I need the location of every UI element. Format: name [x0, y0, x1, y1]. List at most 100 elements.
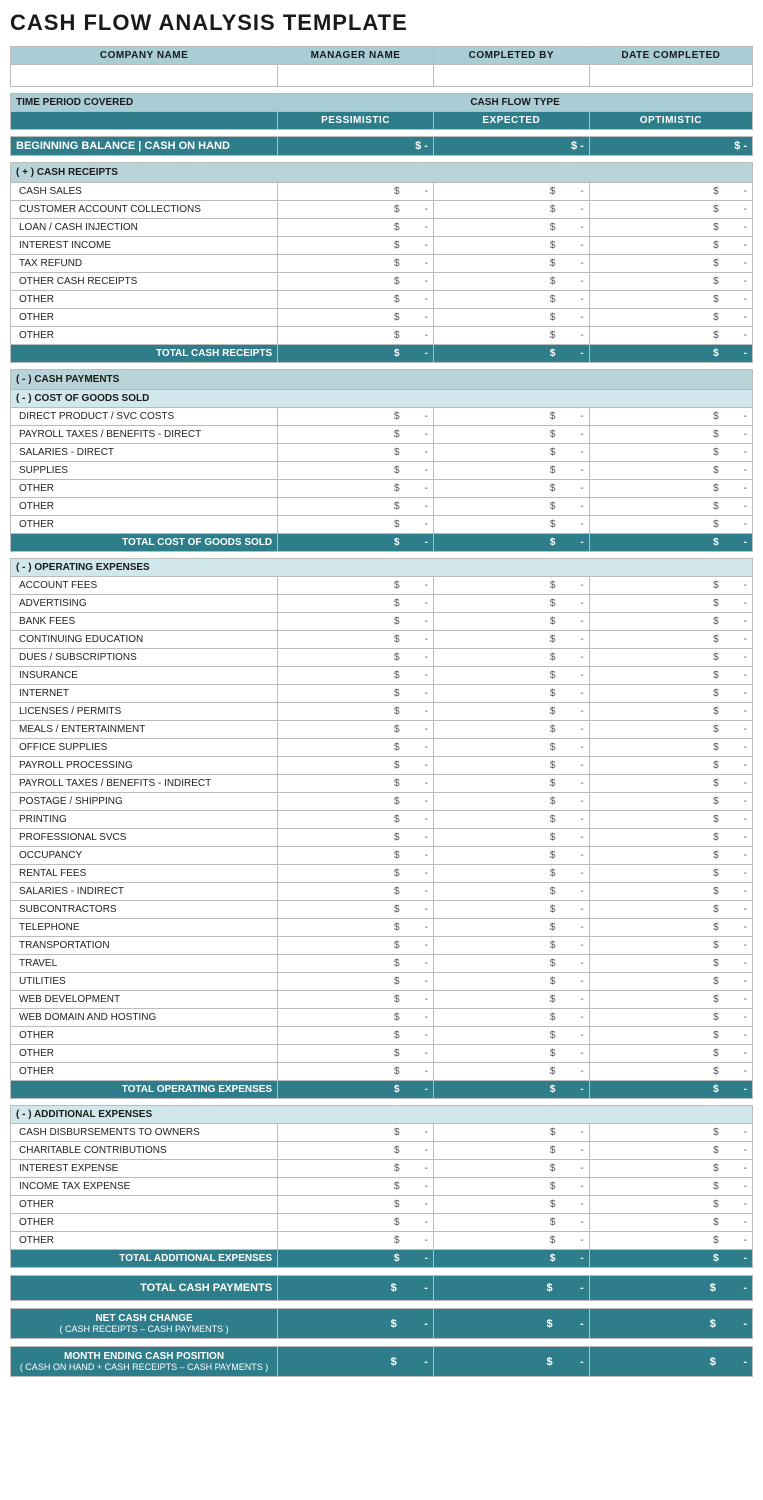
- additional-expenses-subheader: ( - ) ADDITIONAL EXPENSES: [11, 1106, 753, 1124]
- tax-refund-optimistic[interactable]: $ -: [589, 255, 752, 273]
- other1-label: OTHER: [11, 291, 278, 309]
- list-item: OTHER $ - $ - $ -: [11, 1027, 753, 1045]
- cash-sales-expected[interactable]: $ -: [433, 183, 589, 201]
- other2-expected[interactable]: $ -: [433, 309, 589, 327]
- list-item: CONTINUING EDUCATION $ - $ - $ -: [11, 631, 753, 649]
- other2-pessimistic[interactable]: $ -: [278, 309, 434, 327]
- continuing-education-label: CONTINUING EDUCATION: [11, 631, 278, 649]
- list-item: ACCOUNT FEES $ - $ - $ -: [11, 577, 753, 595]
- other3-optimistic[interactable]: $ -: [589, 327, 752, 345]
- income-tax-expense-label: INCOME TAX EXPENSE: [11, 1178, 278, 1196]
- loan-cash-optimistic[interactable]: $ -: [589, 219, 752, 237]
- customer-account-pessimistic[interactable]: $ -: [278, 201, 434, 219]
- completed-by-header: COMPLETED BY: [433, 47, 589, 65]
- total-operating-expenses-row: TOTAL OPERATING EXPENSES $ - $ - $ -: [11, 1081, 753, 1099]
- other1-expected[interactable]: $ -: [433, 291, 589, 309]
- supplies-label: SUPPLIES: [11, 462, 278, 480]
- other2-optimistic[interactable]: $ -: [589, 309, 752, 327]
- list-item: LOAN / CASH INJECTION $ - $ - $ -: [11, 219, 753, 237]
- time-period-row: TIME PERIOD COVERED CASH FLOW TYPE: [11, 94, 753, 112]
- company-name-input[interactable]: [11, 65, 278, 87]
- beginning-balance-pessimistic[interactable]: $-: [278, 137, 434, 156]
- other3-label: OTHER: [11, 327, 278, 345]
- manager-name-header: MANAGER NAME: [278, 47, 434, 65]
- loan-cash-label: LOAN / CASH INJECTION: [11, 219, 278, 237]
- direct-product-label: DIRECT PRODUCT / SVC COSTS: [11, 408, 278, 426]
- customer-account-optimistic[interactable]: $ -: [589, 201, 752, 219]
- list-item: SUBCONTRACTORS $ - $ - $ -: [11, 901, 753, 919]
- list-item: SALARIES - DIRECT $ - $ - $ -: [11, 444, 753, 462]
- list-item: OTHER $ - $ - $ -: [11, 1232, 753, 1250]
- cash-sales-optimistic[interactable]: $ -: [589, 183, 752, 201]
- web-domain-hosting-label: WEB DOMAIN AND HOSTING: [11, 1009, 278, 1027]
- list-item: OTHER $ - $ - $ -: [11, 1063, 753, 1081]
- travel-label: TRAVEL: [11, 955, 278, 973]
- licenses-permits-label: LICENSES / PERMITS: [11, 703, 278, 721]
- tax-refund-pessimistic[interactable]: $ -: [278, 255, 434, 273]
- other-cash-receipts-pessimistic[interactable]: $ -: [278, 273, 434, 291]
- add-other3-label: OTHER: [11, 1232, 278, 1250]
- list-item: OTHER $ - $ - $ -: [11, 1045, 753, 1063]
- list-item: CASH DISBURSEMENTS TO OWNERS $ - $ - $ -: [11, 1124, 753, 1142]
- net-cash-change-label: NET CASH CHANGE ( CASH RECEIPTS – CASH P…: [11, 1309, 278, 1339]
- other3-pessimistic[interactable]: $ -: [278, 327, 434, 345]
- list-item: CUSTOMER ACCOUNT COLLECTIONS $ - $ - $ -: [11, 201, 753, 219]
- internet-label: INTERNET: [11, 685, 278, 703]
- total-cog-row: TOTAL COST OF GOODS SOLD $ - $ - $ -: [11, 534, 753, 552]
- cost-of-goods-subheader: ( - ) COST OF GOODS SOLD: [11, 390, 753, 408]
- customer-account-expected[interactable]: $ -: [433, 201, 589, 219]
- list-item: OTHER $ - $ - $ -: [11, 480, 753, 498]
- cash-sales-pessimistic[interactable]: $ -: [278, 183, 434, 201]
- gap-6: [11, 1099, 753, 1106]
- list-item: OFFICE SUPPLIES $ - $ - $ -: [11, 739, 753, 757]
- printing-label: PRINTING: [11, 811, 278, 829]
- header-input-row: [11, 65, 753, 87]
- cog-other2-label: OTHER: [11, 498, 278, 516]
- total-cash-payments-row: TOTAL CASH PAYMENTS $ - $ - $ -: [11, 1276, 753, 1301]
- op-other1-label: OTHER: [11, 1027, 278, 1045]
- list-item: ADVERTISING $ - $ - $ -: [11, 595, 753, 613]
- other1-pessimistic[interactable]: $ -: [278, 291, 434, 309]
- cash-flow-type-label: CASH FLOW TYPE: [278, 94, 753, 112]
- interest-income-optimistic[interactable]: $ -: [589, 237, 752, 255]
- list-item: TRAVEL $ - $ - $ -: [11, 955, 753, 973]
- interest-income-expected[interactable]: $ -: [433, 237, 589, 255]
- total-cash-receipts-optimistic[interactable]: $ -: [589, 345, 752, 363]
- page-title: CASH FLOW ANALYSIS TEMPLATE: [10, 10, 753, 36]
- total-additional-expenses-row: TOTAL ADDITIONAL EXPENSES $ - $ - $ -: [11, 1250, 753, 1268]
- list-item: LICENSES / PERMITS $ - $ - $ -: [11, 703, 753, 721]
- list-item: OTHER $ - $ - $ -: [11, 327, 753, 345]
- date-completed-input[interactable]: [589, 65, 752, 87]
- interest-income-pessimistic[interactable]: $ -: [278, 237, 434, 255]
- tax-refund-expected[interactable]: $ -: [433, 255, 589, 273]
- cog-other1-label: OTHER: [11, 480, 278, 498]
- total-additional-expenses-label: TOTAL ADDITIONAL EXPENSES: [11, 1250, 278, 1268]
- list-item: INTEREST EXPENSE $ - $ - $ -: [11, 1160, 753, 1178]
- other1-optimistic[interactable]: $ -: [589, 291, 752, 309]
- list-item: OTHER $ - $ - $ -: [11, 1214, 753, 1232]
- gap-2: [11, 130, 753, 137]
- loan-cash-expected[interactable]: $ -: [433, 219, 589, 237]
- beginning-balance-optimistic[interactable]: $-: [589, 137, 752, 156]
- other3-expected[interactable]: $ -: [433, 327, 589, 345]
- beginning-balance-expected[interactable]: $-: [433, 137, 589, 156]
- loan-cash-pessimistic[interactable]: $ -: [278, 219, 434, 237]
- subcontractors-label: SUBCONTRACTORS: [11, 901, 278, 919]
- date-completed-header: DATE COMPLETED: [589, 47, 752, 65]
- rental-fees-label: RENTAL FEES: [11, 865, 278, 883]
- total-cash-receipts-pessimistic[interactable]: $ -: [278, 345, 434, 363]
- other-cash-receipts-optimistic[interactable]: $ -: [589, 273, 752, 291]
- completed-by-input[interactable]: [433, 65, 589, 87]
- dues-subscriptions-label: DUES / SUBSCRIPTIONS: [11, 649, 278, 667]
- payroll-processing-label: PAYROLL PROCESSING: [11, 757, 278, 775]
- list-item: PROFESSIONAL SVCS $ - $ - $ -: [11, 829, 753, 847]
- total-cash-receipts-expected[interactable]: $ -: [433, 345, 589, 363]
- other-cash-receipts-expected[interactable]: $ -: [433, 273, 589, 291]
- office-supplies-label: OFFICE SUPPLIES: [11, 739, 278, 757]
- beginning-balance-label: BEGINNING BALANCE | CASH ON HAND: [11, 137, 278, 156]
- list-item: PRINTING $ - $ - $ -: [11, 811, 753, 829]
- total-cog-label: TOTAL COST OF GOODS SOLD: [11, 534, 278, 552]
- payroll-taxes-indirect-label: PAYROLL TAXES / BENEFITS - INDIRECT: [11, 775, 278, 793]
- list-item: INSURANCE $ - $ - $ -: [11, 667, 753, 685]
- manager-name-input[interactable]: [278, 65, 434, 87]
